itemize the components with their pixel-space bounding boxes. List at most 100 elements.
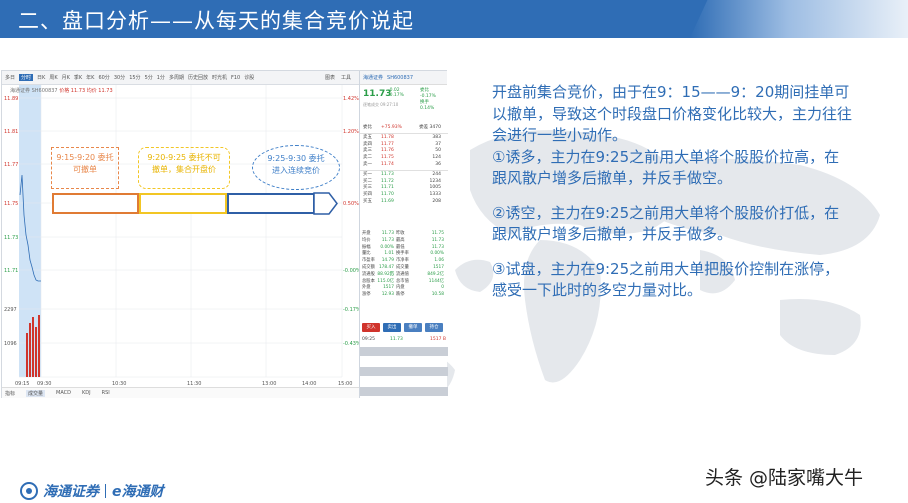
toolbar-tab[interactable]: 5分 — [145, 74, 153, 81]
toolbar-tab[interactable]: 分时 — [19, 74, 34, 81]
annotation-text-3: 9:25-9:30 委托 进入连续竞价 — [267, 154, 325, 175]
stat-row: 开盘 11.73 昨收 11.75 — [360, 231, 448, 238]
tb-tools-menu[interactable]: 工具 — [341, 74, 351, 81]
stat-cell: 均价 — [362, 237, 371, 243]
tab-kdj[interactable]: KDJ — [82, 390, 91, 396]
order-book-cell: 卖五 — [363, 134, 372, 140]
toolbar-tab[interactable]: 15分 — [129, 74, 140, 81]
order-book: 委比 +75.93% 委差 3470 卖五 11.78 383 卖四 11.77 37 卖三 11.… — [360, 125, 448, 206]
order-book-row: 委比 +75.93% 委差 3470 — [360, 125, 448, 132]
toolbar-tab[interactable]: 多周期 — [169, 74, 184, 81]
trade-row-stripe — [360, 347, 448, 356]
quote-subtitle: 逐笔成交 09:27:10 — [363, 102, 399, 107]
explanation-text: 开盘前集合竞价，由于在9：15——9：20期间挂单可以撤单，导致这个时段盘口价格… — [492, 82, 852, 302]
stat-cell: 成交量 — [396, 264, 409, 270]
footer-logo: 海通证券 e海通财 — [20, 481, 164, 501]
holdings-button[interactable]: 持仓 — [425, 323, 443, 332]
indicator-tabs: 指标 成交量 MACD KDJ RSI — [2, 387, 359, 398]
toolbar-tab[interactable]: 时光机 — [212, 74, 227, 81]
logo-text: 海通证券 — [43, 484, 99, 500]
toolbar-tab[interactable]: 60分 — [98, 74, 109, 81]
logo-text-2: e海通财 — [112, 484, 164, 500]
order-book-row: 卖五 11.78 383 — [360, 135, 448, 142]
quote-change-pct: -0.17% — [388, 93, 404, 98]
sell-button[interactable]: 卖出 — [383, 323, 401, 332]
y-axis-left-label: 11.89 — [4, 96, 18, 102]
stat-cell: 14.79 — [381, 258, 394, 264]
legend-avg: 均价 11.73 — [86, 88, 113, 94]
timeline-segment-3 — [227, 193, 315, 214]
stat-cell: 10.58 — [431, 292, 444, 298]
quote-stock-name: 海通证券 — [363, 75, 384, 81]
stat-cell: 1.06 — [434, 258, 444, 264]
toolbar-tab[interactable]: 1分 — [157, 74, 165, 81]
buy-button[interactable]: 买入 — [362, 323, 380, 332]
legend-stock: 海通证券 SH600837 — [10, 88, 58, 94]
toolbar-tab[interactable]: F10 — [231, 75, 240, 81]
annotation-text-1: 9:15-9:20 委托 可撤单 — [56, 153, 114, 174]
stat-cell: 849.2亿 — [427, 271, 444, 277]
order-book-cell: 11.70 — [381, 192, 394, 198]
timeline-arrow — [313, 192, 338, 215]
explanation-test: ③试盘，主力在9:25之前用大单把股价控制在涨停，感受一下此时的多空力量对比。 — [492, 259, 840, 300]
y-axis-left-label: 11.73 — [4, 235, 18, 241]
order-book-divider — [360, 132, 448, 134]
trade-price: 11.73 — [390, 337, 403, 342]
y-axis-left-label: 11.77 — [4, 162, 18, 168]
explanation-intro: 开盘前集合竞价，由于在9：15——9：20期间挂单可以撤单，导致这个时段盘口价格… — [492, 83, 853, 144]
stat-cell: 市盈率 — [362, 258, 375, 264]
tab-rsi[interactable]: RSI — [102, 390, 110, 396]
toolbar-tab[interactable]: 月K — [62, 74, 70, 81]
annotation-text-2: 9:20-9:25 委托不可 撤单，集合开盘价 — [147, 153, 221, 174]
stat-cell: 昨收 — [396, 231, 405, 236]
stat-cell: 178.47万 — [378, 264, 394, 277]
stat-cell: 开盘 — [362, 231, 371, 236]
quote-panel: 海通证券 SH600837 11.73 -0.02 -0.17% 委比 -0.1… — [359, 71, 448, 398]
quote-right-metrics: 委比 -0.17% 换手 0.14% — [420, 88, 436, 112]
tab-macd[interactable]: MACD — [56, 390, 71, 396]
toolbar-tab[interactable]: 年K — [86, 74, 94, 81]
order-book-cell: 委比 — [363, 125, 372, 130]
y-axis-right-label: -0.17% — [343, 307, 359, 313]
stat-cell: 涨停 — [362, 292, 371, 298]
order-book-cell: 买五 — [363, 198, 372, 204]
slide-title: 二、盘口分析——从每天的集合竞价说起 — [18, 9, 414, 33]
trade-time: 09:25 — [362, 337, 375, 342]
trade-tick: 09:25 11.73 1517 B — [362, 337, 446, 342]
stat-cell: 成交额 — [362, 264, 375, 270]
stat-cell: 流通值 — [396, 271, 409, 277]
toolbar-tab[interactable]: 30分 — [114, 74, 125, 81]
toolbar-tab[interactable]: 季K — [74, 74, 82, 81]
y-axis-right-label: -0.00% — [343, 268, 359, 274]
tb-chart-menu[interactable]: 图表 — [325, 74, 335, 81]
toolbar-tab[interactable]: 历史回放 — [188, 74, 208, 81]
y-axis-left-label: 11.71 — [4, 268, 18, 274]
order-book-cell: 1333 — [429, 192, 441, 198]
legend-price: 价格 11.73 — [59, 88, 86, 94]
stat-row: 市盈率 14.79 市净率 1.06 — [360, 258, 448, 265]
order-book-cell: 11.69 — [381, 198, 394, 204]
tab-volume[interactable]: 成交量 — [26, 389, 46, 397]
toolbar-tab[interactable]: 周K — [49, 74, 57, 81]
stat-cell: 跌停 — [396, 292, 405, 298]
toolbar-tab[interactable]: 多日 — [5, 74, 15, 81]
quote-buttons: 买入 卖出 撤单 持仓 — [362, 323, 446, 332]
order-book-cell: 124 — [432, 155, 441, 161]
stat-row: 涨停 12.93 跌停 10.58 — [360, 292, 448, 299]
order-book-cell: 委差 3470 — [419, 125, 441, 130]
order-book-cell: 11.75 — [381, 155, 394, 161]
order-book-cell: +75.93% — [381, 125, 402, 130]
explanation-lure-short: ②诱空，主力在9:25之前用大单将个股股价打低，在跟风散户增多后撤单，并反手做多… — [492, 203, 840, 244]
toolbar-tab[interactable]: 诊股 — [244, 74, 254, 81]
cancel-order-button[interactable]: 撤单 — [404, 323, 422, 332]
toolbar-tab[interactable]: 日K — [37, 74, 45, 81]
stat-cell: 11.73 — [381, 231, 394, 236]
haitong-logo-icon — [20, 482, 38, 500]
y-axis-right-label: -0.43% — [343, 341, 359, 347]
order-book-cell: 11.73 — [381, 171, 394, 177]
order-book-row: 买四 11.70 1333 — [360, 192, 448, 199]
y-axis-right-label: 0.50% — [343, 201, 359, 207]
y-axis-left-label: 2297 — [4, 307, 17, 313]
timeline-segment-2 — [139, 193, 227, 214]
stat-cell: 最高 — [396, 237, 405, 243]
